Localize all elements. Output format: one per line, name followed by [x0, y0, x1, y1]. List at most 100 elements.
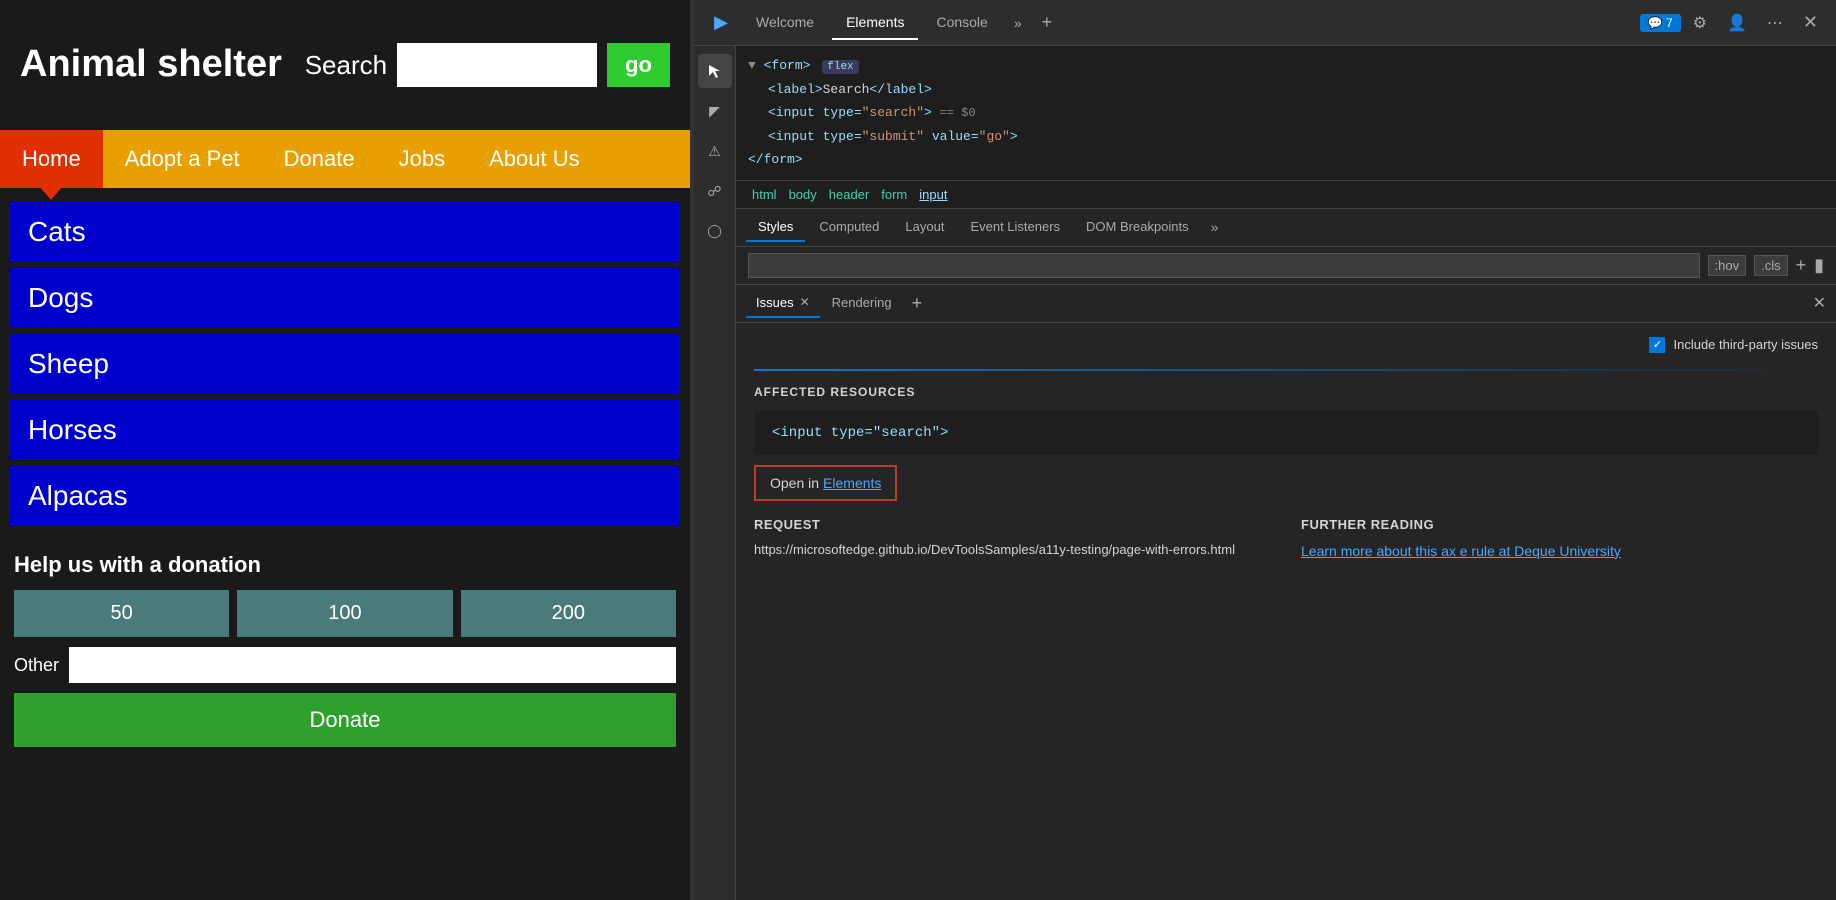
- html-line-form-close: </form>: [748, 148, 1824, 171]
- code-block: <input type="search">: [754, 411, 1818, 455]
- further-reading-column: FURTHER READING Learn more about this ax…: [1301, 517, 1818, 562]
- request-url: https://microsoftedge.github.io/DevTools…: [754, 540, 1271, 560]
- devtools-tab-elements[interactable]: Elements: [832, 6, 918, 40]
- add-style-icon[interactable]: +: [1796, 255, 1807, 276]
- request-column: REQUEST https://microsoftedge.github.io/…: [754, 517, 1271, 562]
- third-party-checkbox[interactable]: ✓: [1649, 337, 1665, 353]
- devtools-iconbar: ◤ ⚠ ☍ ◯: [694, 46, 736, 900]
- animal-item-sheep[interactable]: Sheep: [10, 334, 680, 394]
- add-lower-tab-icon[interactable]: +: [904, 289, 931, 318]
- lower-tabs: Issues ✕ Rendering + ✕: [736, 285, 1836, 323]
- panel-tabs: Styles Computed Layout Event Listeners D…: [736, 209, 1836, 247]
- site-header: Animal shelter Search go: [0, 0, 690, 130]
- devtools-close-icon[interactable]: ✕: [1795, 8, 1826, 37]
- performance-icon[interactable]: ◯: [698, 214, 732, 248]
- account-icon[interactable]: 👤: [1719, 9, 1755, 37]
- select-element-icon[interactable]: [698, 54, 732, 88]
- left-panel: Animal shelter Search go Home Adopt a Pe…: [0, 0, 690, 900]
- issues-badge[interactable]: 💬 7: [1640, 14, 1681, 32]
- issues-tab-close-icon[interactable]: ✕: [800, 295, 810, 309]
- donation-200-button[interactable]: 200: [461, 590, 676, 637]
- devtools-tab-welcome[interactable]: Welcome: [742, 6, 828, 40]
- cls-filter-button[interactable]: .cls: [1754, 255, 1788, 276]
- devtools-panel: ▶ Welcome Elements Console » + 💬 7 ⚙ 👤 ⋯…: [694, 0, 1836, 900]
- issues-icon[interactable]: ☍: [698, 174, 732, 208]
- site-title: Animal shelter: [20, 42, 282, 88]
- tab-event-listeners[interactable]: Event Listeners: [958, 213, 1072, 242]
- animal-item-cats[interactable]: Cats: [10, 202, 680, 262]
- filter-input[interactable]: [748, 253, 1700, 278]
- more-panel-tabs-icon[interactable]: »: [1203, 215, 1227, 239]
- devtools-body: ◤ ⚠ ☍ ◯ ▼ <form> flex <label>Search</lab…: [694, 46, 1836, 900]
- site-nav: Home Adopt a Pet Donate Jobs About Us: [0, 130, 690, 188]
- breadcrumb-form[interactable]: form: [877, 185, 911, 204]
- open-in-row[interactable]: Open in Elements: [754, 465, 897, 501]
- animal-item-horses[interactable]: Horses: [10, 400, 680, 460]
- affected-resources-title: AFFECTED RESOURCES: [754, 385, 1818, 399]
- donation-title: Help us with a donation: [14, 552, 676, 578]
- nav-item-home[interactable]: Home: [0, 130, 103, 188]
- tab-dom-breakpoints[interactable]: DOM Breakpoints: [1074, 213, 1201, 242]
- nav-item-about[interactable]: About Us: [467, 130, 602, 188]
- other-label: Other: [14, 655, 59, 676]
- console-icon[interactable]: ⚠: [698, 134, 732, 168]
- blue-divider: [754, 369, 1818, 371]
- donation-section: Help us with a donation 50 100 200 Other…: [0, 540, 690, 759]
- two-columns: REQUEST https://microsoftedge.github.io/…: [754, 517, 1818, 562]
- lower-tab-rendering[interactable]: Rendering: [822, 289, 902, 318]
- devtools-tab-console[interactable]: Console: [922, 6, 1001, 40]
- more-tabs-icon[interactable]: »: [1006, 11, 1030, 35]
- third-party-label: Include third-party issues: [1673, 337, 1818, 352]
- tab-computed[interactable]: Computed: [807, 213, 891, 242]
- breadcrumb-html[interactable]: html: [748, 185, 781, 204]
- breadcrumb-body[interactable]: body: [785, 185, 821, 204]
- open-in-text: Open in: [770, 475, 819, 491]
- donate-button[interactable]: Donate: [14, 693, 676, 747]
- tab-layout[interactable]: Layout: [893, 213, 956, 242]
- devtools-toolbar: ▶ Welcome Elements Console » + 💬 7 ⚙ 👤 ⋯…: [694, 0, 1836, 46]
- device-toggle-icon[interactable]: ◤: [698, 94, 732, 128]
- filter-bar: :hov .cls + ▮: [736, 247, 1836, 285]
- open-in-elements-link[interactable]: Elements: [823, 475, 881, 491]
- search-button[interactable]: go: [607, 43, 670, 87]
- html-line-input-submit: <input type="submit" value="go">: [768, 125, 1824, 148]
- elements-html-panel: ▼ <form> flex <label>Search</label> <inp…: [736, 46, 1836, 181]
- html-line-input-search: <input type="search"> == $0: [768, 101, 1824, 125]
- search-form: Search go: [305, 43, 670, 87]
- cursor-tool-icon[interactable]: ▶: [704, 6, 738, 40]
- issues-content: ✓ Include third-party issues AFFECTED RE…: [736, 323, 1836, 900]
- html-line-form: ▼ <form> flex: [748, 54, 1824, 78]
- settings-icon[interactable]: ⚙: [1685, 9, 1715, 37]
- request-title: REQUEST: [754, 517, 1271, 532]
- breadcrumb-bar: html body header form input: [736, 181, 1836, 209]
- tab-styles[interactable]: Styles: [746, 213, 805, 242]
- donation-100-button[interactable]: 100: [237, 590, 452, 637]
- lower-panel-close-icon[interactable]: ✕: [1813, 293, 1826, 313]
- animal-list: Cats Dogs Sheep Horses Alpacas: [0, 188, 690, 540]
- issues-count-icon: 💬: [1648, 16, 1663, 30]
- nav-item-adopt[interactable]: Adopt a Pet: [103, 130, 262, 188]
- toggle-sidebar-icon[interactable]: ▮: [1814, 255, 1824, 276]
- animal-item-alpacas[interactable]: Alpacas: [10, 466, 680, 526]
- donation-50-button[interactable]: 50: [14, 590, 229, 637]
- add-tab-icon[interactable]: +: [1034, 8, 1061, 37]
- third-party-row: ✓ Include third-party issues: [754, 337, 1818, 353]
- donation-amounts: 50 100 200: [14, 590, 676, 637]
- other-amount-input[interactable]: [69, 647, 676, 683]
- search-input[interactable]: [397, 43, 597, 87]
- breadcrumb-input[interactable]: input: [915, 185, 951, 204]
- breadcrumb-header[interactable]: header: [825, 185, 873, 204]
- donation-other-row: Other: [14, 647, 676, 683]
- search-label: Search: [305, 50, 387, 81]
- nav-item-donate[interactable]: Donate: [262, 130, 377, 188]
- further-reading-title: FURTHER READING: [1301, 517, 1818, 532]
- further-reading-link[interactable]: Learn more about this ax e rule at Deque…: [1301, 540, 1818, 562]
- nav-item-jobs[interactable]: Jobs: [377, 130, 467, 188]
- devtools-main: ▼ <form> flex <label>Search</label> <inp…: [736, 46, 1836, 900]
- lower-tab-issues[interactable]: Issues ✕: [746, 289, 820, 318]
- html-line-label: <label>Search</label>: [768, 78, 1824, 101]
- animal-item-dogs[interactable]: Dogs: [10, 268, 680, 328]
- filter-buttons: :hov .cls + ▮: [1708, 255, 1825, 276]
- hov-filter-button[interactable]: :hov: [1708, 255, 1747, 276]
- more-options-icon[interactable]: ⋯: [1759, 9, 1791, 37]
